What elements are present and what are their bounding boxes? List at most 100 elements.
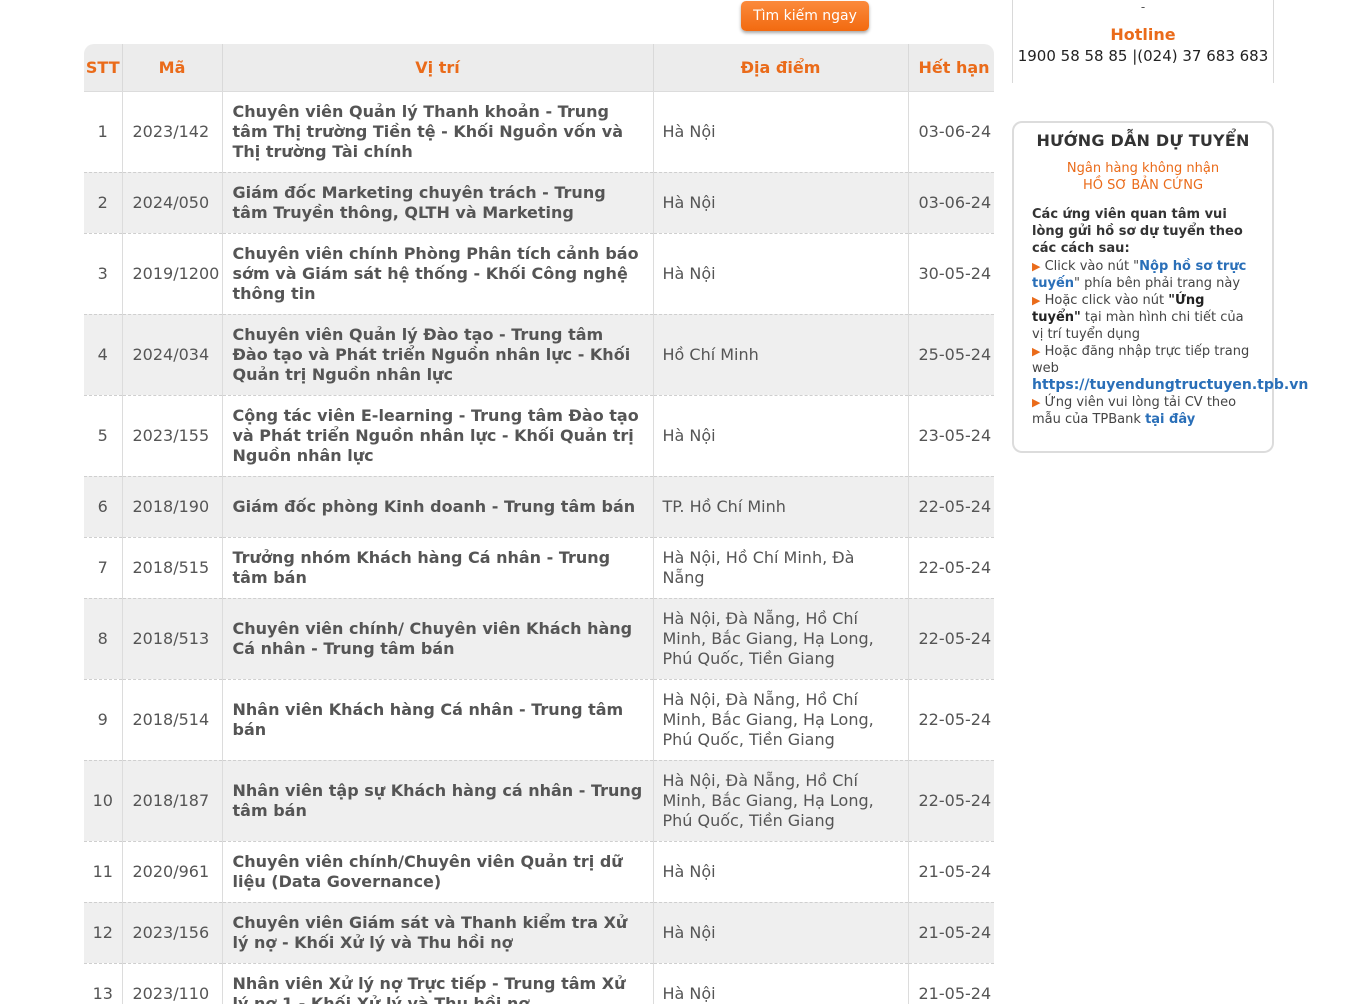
row-stt: 9 [84, 679, 123, 761]
row-location: Hà Nội [653, 172, 909, 234]
step1-suffix: " phía bên phải trang này [1074, 276, 1241, 291]
header-expiry: Hết hạn [908, 44, 994, 92]
row-location: Hà Nội [653, 395, 909, 477]
row-code: 2019/1200 [122, 233, 223, 315]
row-stt: 10 [84, 760, 123, 842]
hotline-numbers: 1900 58 58 85 |(024) 37 683 683 [1017, 47, 1269, 65]
table-row: 8 2018/513 Chuyên viên chính/ Chuyên viê… [84, 598, 994, 680]
row-position-link[interactable]: Chuyên viên chính/Chuyên viên Quản trị d… [222, 841, 654, 903]
step3-text: Hoặc đăng nhập trực tiếp trang web [1032, 344, 1250, 376]
header-position: Vị trí [222, 44, 654, 92]
table-row: 11 2020/961 Chuyên viên chính/Chuyên viê… [84, 841, 994, 903]
row-expiry: 22-05-24 [908, 598, 994, 680]
row-expiry: 22-05-24 [908, 760, 994, 842]
row-location: Hà Nội, Đà Nẵng, Hồ Chí Minh, Bắc Giang,… [653, 760, 909, 842]
row-location: Hà Nội, Đà Nẵng, Hồ Chí Minh, Bắc Giang,… [653, 679, 909, 761]
guide-title: HƯỚNG DẪN DỰ TUYỂN [1036, 131, 1250, 150]
row-location: TP. Hồ Chí Minh [653, 476, 909, 538]
row-expiry: 23-05-24 [908, 395, 994, 477]
row-code: 2024/050 [122, 172, 223, 234]
page: Tìm kiếm ngay STT Mã Vị trí Địa điểm Hết… [0, 0, 1353, 1004]
row-expiry: 21-05-24 [908, 841, 994, 903]
table-row: 4 2024/034 Chuyên viên Quản lý Đào tạo -… [84, 314, 994, 396]
row-stt: 1 [84, 91, 123, 173]
table-row: 13 2023/110 Nhân viên Xử lý nợ Trực tiếp… [84, 963, 994, 1004]
row-stt: 12 [84, 902, 123, 964]
row-expiry: 22-05-24 [908, 476, 994, 538]
row-stt: 6 [84, 476, 123, 538]
row-location: Hồ Chí Minh [653, 314, 909, 396]
row-position-link[interactable]: Chuyên viên Quản lý Đào tạo - Trung tâm … [222, 314, 654, 396]
row-code: 2023/155 [122, 395, 223, 477]
guide-step-4: ▶ Ứng viên vui lòng tải CV theo mẫu của … [1032, 394, 1254, 428]
row-position-link[interactable]: Nhân viên Xử lý nợ Trực tiếp - Trung tâm… [222, 963, 654, 1004]
table-row: 6 2018/190 Giám đốc phòng Kinh doanh - T… [84, 476, 994, 538]
table-row: 10 2018/187 Nhân viên tập sự Khách hàng … [84, 760, 994, 842]
row-position-link[interactable]: Chuyên viên Quản lý Thanh khoản - Trung … [222, 91, 654, 173]
row-location: Hà Nội, Đà Nẵng, Hồ Chí Minh, Bắc Giang,… [653, 598, 909, 680]
row-stt: 3 [84, 233, 123, 315]
row-location: Hà Nội [653, 233, 909, 315]
step1-prefix: Click vào nút " [1044, 259, 1140, 274]
row-position-link[interactable]: Giám đốc Marketing chuyên trách - Trung … [222, 172, 654, 234]
row-stt: 13 [84, 963, 123, 1004]
step2-prefix: Hoặc click vào nút [1044, 293, 1169, 308]
row-position-link[interactable]: Chuyên viên chính/ Chuyên viên Khách hàn… [222, 598, 654, 680]
row-expiry: 22-05-24 [908, 679, 994, 761]
row-code: 2018/514 [122, 679, 223, 761]
cv-template-link[interactable]: tại đây [1145, 412, 1195, 427]
guide-step-2: ▶ Hoặc click vào nút "Ứng tuyển" tại màn… [1032, 292, 1254, 343]
guide-intro: Các ứng viên quan tâm vui lòng gửi hồ sơ… [1032, 207, 1243, 256]
hotline-title: Hotline [1110, 25, 1176, 44]
table-row: 3 2019/1200 Chuyên viên chính Phòng Phân… [84, 233, 994, 315]
row-code: 2018/515 [122, 537, 223, 599]
row-stt: 11 [84, 841, 123, 903]
row-expiry: 30-05-24 [908, 233, 994, 315]
application-guide-box: HƯỚNG DẪN DỰ TUYỂN Ngân hàng không nhận … [1012, 121, 1308, 453]
row-stt: 4 [84, 314, 123, 396]
row-location: Hà Nội, Hồ Chí Minh, Đà Nẵng [653, 537, 909, 599]
row-position-link[interactable]: Chuyên viên chính Phòng Phân tích cảnh b… [222, 233, 654, 315]
row-code: 2024/034 [122, 314, 223, 396]
row-expiry: 22-05-24 [908, 537, 994, 599]
table-row: 5 2023/155 Cộng tác viên E-learning - Tr… [84, 395, 994, 477]
row-expiry: 21-05-24 [908, 963, 994, 1004]
job-table-container: STT Mã Vị trí Địa điểm Hết hạn 1 2023/14… [84, 44, 994, 1004]
row-position-link[interactable]: Cộng tác viên E-learning - Trung tâm Đào… [222, 395, 654, 477]
table-row: 2 2024/050 Giám đốc Marketing chuyên trá… [84, 172, 994, 234]
table-header-row: STT Mã Vị trí Địa điểm Hết hạn [84, 44, 994, 92]
row-stt: 8 [84, 598, 123, 680]
row-code: 2018/190 [122, 476, 223, 538]
row-position-link[interactable]: Giám đốc phòng Kinh doanh - Trung tâm bá… [222, 476, 654, 538]
row-expiry: 03-06-24 [908, 172, 994, 234]
row-expiry: 25-05-24 [908, 314, 994, 396]
hotline-box: - Hotline 1900 58 58 85 |(024) 37 683 68… [1012, 0, 1274, 83]
search-now-button[interactable]: Tìm kiếm ngay [741, 1, 869, 31]
row-code: 2018/513 [122, 598, 223, 680]
guide-step-3: ▶ Hoặc đăng nhập trực tiếp trang web htt… [1032, 343, 1308, 394]
row-code: 2020/961 [122, 841, 223, 903]
row-position-link[interactable]: Nhân viên tập sự Khách hàng cá nhân - Tr… [222, 760, 654, 842]
table-row: 7 2018/515 Trưởng nhóm Khách hàng Cá nhâ… [84, 537, 994, 599]
table-row: 9 2018/514 Nhân viên Khách hàng Cá nhân … [84, 679, 994, 761]
table-row: 1 2023/142 Chuyên viên Quản lý Thanh kho… [84, 91, 994, 173]
table-row: 12 2023/156 Chuyên viên Giám sát và Than… [84, 902, 994, 964]
step4-text: Ứng viên vui lòng tải CV theo mẫu của TP… [1032, 395, 1237, 427]
row-code: 2023/156 [122, 902, 223, 964]
row-position-link[interactable]: Trưởng nhóm Khách hàng Cá nhân - Trung t… [222, 537, 654, 599]
header-code: Mã [122, 44, 223, 92]
row-location: Hà Nội [653, 902, 909, 964]
row-expiry: 21-05-24 [908, 902, 994, 964]
row-stt: 7 [84, 537, 123, 599]
recruitment-site-link[interactable]: https://tuyendungtructuyen.tpb.vn [1032, 377, 1308, 393]
row-code: 2023/142 [122, 91, 223, 173]
hotline-dash: - [1140, 0, 1146, 14]
guide-notice: Ngân hàng không nhận HỒ SƠ BẢN CỨNG [1032, 160, 1254, 194]
row-position-link[interactable]: Chuyên viên Giám sát và Thanh kiểm tra X… [222, 902, 654, 964]
guide-notice-line2: HỒ SƠ BẢN CỨNG [1082, 178, 1204, 193]
row-position-link[interactable]: Nhân viên Khách hàng Cá nhân - Trung tâm… [222, 679, 654, 761]
row-location: Hà Nội [653, 91, 909, 173]
arrow-right-icon: ▶ [1032, 294, 1041, 307]
header-location: Địa điểm [653, 44, 909, 92]
guide-step-1: ▶ Click vào nút "Nộp hồ sơ trực tuyến" p… [1032, 258, 1254, 292]
